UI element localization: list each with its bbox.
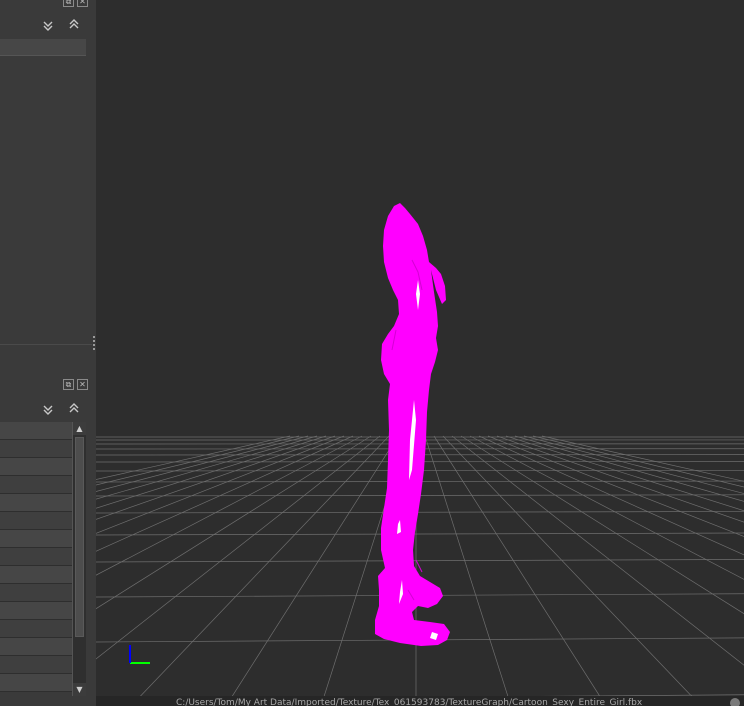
file-path-label: C:/Users/Tom/My Art Data/Imported/Textur… — [176, 698, 643, 706]
list-item[interactable] — [0, 548, 72, 566]
left-dock: ⧉ ✕ ⧉ ✕ ▲ ▼ — [0, 0, 96, 706]
panel-divider — [0, 344, 92, 345]
double-chevron-up-icon[interactable] — [68, 402, 80, 414]
outliner-scrollbar[interactable]: ▲ ▼ — [72, 422, 86, 696]
list-item[interactable] — [0, 602, 72, 620]
character-model — [375, 203, 450, 646]
list-item[interactable] — [0, 584, 72, 602]
panel-header-bar[interactable] — [0, 39, 86, 56]
status-icon — [730, 698, 740, 706]
list-item[interactable] — [0, 656, 72, 674]
close-window-icon[interactable]: ✕ — [77, 0, 88, 7]
outliner-list — [0, 422, 72, 692]
list-item[interactable] — [0, 458, 72, 476]
list-item[interactable] — [0, 620, 72, 638]
list-item[interactable] — [0, 476, 72, 494]
axis-gizmo — [129, 645, 150, 664]
viewport-canvas — [96, 203, 744, 706]
list-item[interactable] — [0, 566, 72, 584]
double-chevron-down-icon[interactable] — [42, 404, 54, 416]
close-window-icon[interactable]: ✕ — [77, 379, 88, 390]
list-item[interactable] — [0, 422, 72, 440]
float-window-icon[interactable]: ⧉ — [63, 0, 74, 7]
properties-panel: ⧉ ✕ — [0, 0, 92, 344]
list-item[interactable] — [0, 674, 72, 692]
list-item[interactable] — [0, 512, 72, 530]
arrow-up-icon[interactable]: ▲ — [73, 422, 86, 435]
arrow-down-icon[interactable]: ▼ — [73, 683, 86, 696]
list-item[interactable] — [0, 440, 72, 458]
double-chevron-down-icon[interactable] — [42, 20, 54, 32]
float-window-icon[interactable]: ⧉ — [63, 379, 74, 390]
list-item[interactable] — [0, 638, 72, 656]
double-chevron-up-icon[interactable] — [68, 18, 80, 30]
list-item[interactable] — [0, 530, 72, 548]
status-bar: C:/Users/Tom/My Art Data/Imported/Textur… — [96, 696, 744, 706]
scrollbar-thumb[interactable] — [75, 437, 84, 637]
3d-viewport[interactable] — [96, 0, 744, 706]
list-item[interactable] — [0, 494, 72, 512]
